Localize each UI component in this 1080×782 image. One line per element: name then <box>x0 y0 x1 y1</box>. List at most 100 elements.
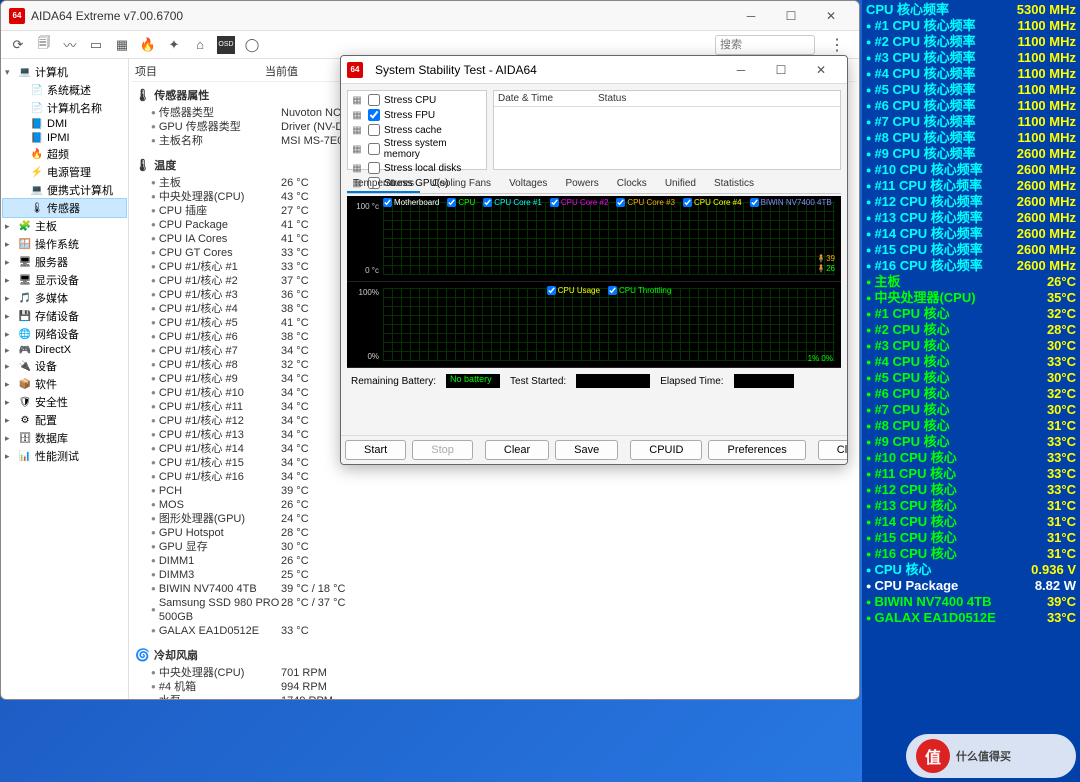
copy-icon[interactable]: 🗐 <box>35 36 53 54</box>
close-button[interactable]: ✕ <box>801 55 841 85</box>
flame-icon[interactable]: 🔥 <box>139 36 157 54</box>
legend-item[interactable]: CPU Core #4 <box>683 198 742 207</box>
maximize-button[interactable]: ☐ <box>771 1 811 31</box>
tree-item[interactable]: ⚡电源管理 <box>3 163 126 181</box>
legend-checkbox[interactable] <box>683 198 692 207</box>
clear-button[interactable]: Clear <box>485 440 549 460</box>
legend-item[interactable]: CPU Throttling <box>608 286 671 295</box>
legend-item[interactable]: BIWIN NV7400 4TB <box>750 198 832 207</box>
tree-item[interactable]: ▸🌐网络设备 <box>3 325 126 343</box>
tab-statistics[interactable]: Statistics <box>708 176 760 193</box>
data-row[interactable]: ●DIMM325 °C <box>131 568 857 582</box>
tree-item[interactable]: ▸🪟操作系统 <box>3 235 126 253</box>
data-row[interactable]: ●CPU #1/核心 #1634 °C <box>131 470 857 484</box>
search-input[interactable] <box>715 35 815 55</box>
legend-checkbox[interactable] <box>447 198 456 207</box>
minimize-button[interactable]: ─ <box>721 55 761 85</box>
stress-check[interactable]: ▦Stress local disks <box>350 161 484 175</box>
data-row[interactable]: ●图形处理器(GPU)24 °C <box>131 512 857 526</box>
data-row[interactable]: ●GPU Hotspot28 °C <box>131 526 857 540</box>
expand-icon[interactable]: ▸ <box>5 329 15 340</box>
data-row[interactable]: ●中央处理器(CPU)701 RPM <box>131 666 857 680</box>
checkbox[interactable] <box>368 124 380 136</box>
checkbox[interactable] <box>368 143 380 155</box>
legend-checkbox[interactable] <box>750 198 759 207</box>
more-icon[interactable]: ⋮ <box>823 35 851 55</box>
tree-item[interactable]: 🌡传感器 <box>3 199 126 217</box>
maximize-button[interactable]: ☐ <box>761 55 801 85</box>
expand-icon[interactable]: ▸ <box>5 257 15 268</box>
tree-item[interactable]: ▸⚙配置 <box>3 411 126 429</box>
preferences-button[interactable]: Preferences <box>708 440 805 460</box>
stress-check[interactable]: ▦Stress system memory <box>350 138 484 160</box>
tree-item[interactable]: 💻便携式计算机 <box>3 181 126 199</box>
home-icon[interactable]: ⌂ <box>191 36 209 54</box>
expand-icon[interactable]: ▸ <box>5 379 15 390</box>
stop-button[interactable]: Stop <box>412 440 473 460</box>
chip2-icon[interactable]: ▦ <box>113 36 131 54</box>
data-row[interactable]: ●PCH39 °C <box>131 484 857 498</box>
legend-checkbox[interactable] <box>383 198 392 207</box>
osd-icon[interactable]: OSD <box>217 36 235 54</box>
checkbox[interactable] <box>368 94 380 106</box>
expand-icon[interactable]: ▸ <box>5 433 15 444</box>
expand-icon[interactable]: ▸ <box>5 415 15 426</box>
legend-checkbox[interactable] <box>616 198 625 207</box>
tab-powers[interactable]: Powers <box>559 176 604 193</box>
legend-checkbox[interactable] <box>547 286 556 295</box>
tab-cooling-fans[interactable]: Cooling Fans <box>426 176 497 193</box>
stress-check[interactable]: ▦Stress cache <box>350 123 484 137</box>
tab-clocks[interactable]: Clocks <box>611 176 653 193</box>
data-row[interactable]: ●MOS26 °C <box>131 498 857 512</box>
data-row[interactable]: ●GALAX EA1D0512E33 °C <box>131 624 857 638</box>
close-button[interactable]: ✕ <box>811 1 851 31</box>
stress-check[interactable]: ▦Stress FPU <box>350 108 484 122</box>
legend-checkbox[interactable] <box>550 198 559 207</box>
close-button[interactable]: Close <box>818 440 848 460</box>
save-button[interactable]: Save <box>555 440 618 460</box>
expand-icon[interactable]: ▸ <box>5 345 15 356</box>
checkbox[interactable] <box>368 109 380 121</box>
cycle-icon[interactable]: ◯ <box>243 36 261 54</box>
tree-item[interactable]: 📄系统概述 <box>3 81 126 99</box>
cpuid-button[interactable]: CPUID <box>630 440 702 460</box>
data-row[interactable]: ●Samsung SSD 980 PRO 500GB28 °C / 37 °C <box>131 596 857 624</box>
expand-icon[interactable]: ▾ <box>5 67 15 78</box>
minimize-button[interactable]: ─ <box>731 1 771 31</box>
expand-icon[interactable]: ▸ <box>5 221 15 232</box>
expand-icon[interactable]: ▸ <box>5 293 15 304</box>
tab-voltages[interactable]: Voltages <box>503 176 553 193</box>
data-row[interactable]: ●BIWIN NV7400 4TB39 °C / 18 °C <box>131 582 857 596</box>
tree-item[interactable]: ▸📊性能测试 <box>3 447 126 465</box>
expand-icon[interactable]: ▸ <box>5 239 15 250</box>
tree-item[interactable]: 📄计算机名称 <box>3 99 126 117</box>
tab-temperatures[interactable]: Temperatures <box>347 176 420 193</box>
tree-item[interactable]: ▸📦软件 <box>3 375 126 393</box>
tree-item[interactable]: ▸🖥显示设备 <box>3 271 126 289</box>
wand-icon[interactable]: ✦ <box>165 36 183 54</box>
refresh-icon[interactable]: ⟳ <box>9 36 27 54</box>
expand-icon[interactable]: ▸ <box>5 311 15 322</box>
legend-checkbox[interactable] <box>483 198 492 207</box>
legend-item[interactable]: Motherboard <box>383 198 439 207</box>
data-row[interactable]: ●水泵1749 RPM <box>131 694 857 699</box>
start-button[interactable]: Start <box>345 440 406 460</box>
tree-item[interactable]: ▸💾存储设备 <box>3 307 126 325</box>
legend-checkbox[interactable] <box>608 286 617 295</box>
tab-unified[interactable]: Unified <box>659 176 702 193</box>
tree-item[interactable]: 📘DMI <box>3 117 126 131</box>
expand-icon[interactable]: ▸ <box>5 275 15 286</box>
chip-icon[interactable]: ▭ <box>87 36 105 54</box>
tree-item[interactable]: ▸🖥服务器 <box>3 253 126 271</box>
tree-item[interactable]: ▸🗄数据库 <box>3 429 126 447</box>
tree-item[interactable]: 📘IPMI <box>3 131 126 145</box>
tree-item[interactable]: ▸🧩主板 <box>3 217 126 235</box>
expand-icon[interactable]: ▸ <box>5 451 15 462</box>
nav-tree[interactable]: ▾💻计算机📄系统概述📄计算机名称📘DMI📘IPMI🔥超频⚡电源管理💻便携式计算机… <box>1 59 129 699</box>
data-row[interactable]: ●DIMM126 °C <box>131 554 857 568</box>
tree-item[interactable]: ▸🎵多媒体 <box>3 289 126 307</box>
data-row[interactable]: ●GPU 显存30 °C <box>131 540 857 554</box>
tree-item[interactable]: ▸🎮DirectX <box>3 343 126 357</box>
legend-item[interactable]: CPU Usage <box>547 286 600 295</box>
rule-icon[interactable]: 〰 <box>61 36 79 54</box>
